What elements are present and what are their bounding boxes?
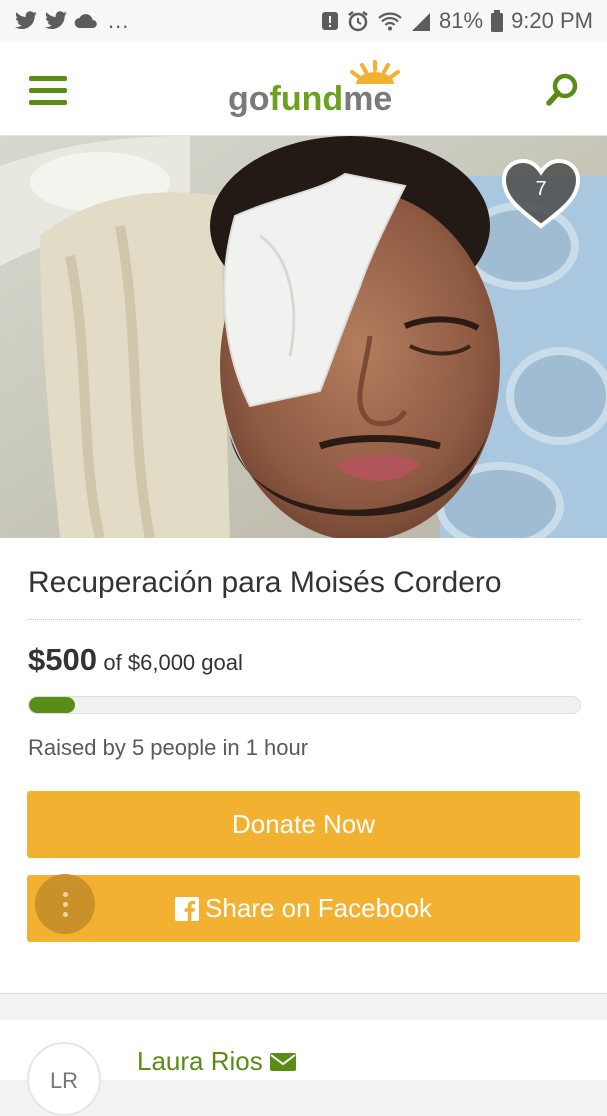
amount-summary: $500 of $6,000 goal	[28, 642, 243, 678]
battery-percent: 81%	[439, 8, 484, 33]
donate-now-button[interactable]: Donate Now	[27, 791, 580, 858]
more-vertical-icon	[62, 891, 68, 917]
progress-fill	[29, 697, 75, 713]
organizer-name: Laura Rios	[137, 1046, 263, 1076]
raised-by-text: Raised by 5 people in 1 hour	[28, 735, 309, 760]
organizer-avatar: LR	[27, 1042, 101, 1116]
search-icon[interactable]	[544, 72, 580, 108]
favorite-count: 7	[535, 178, 547, 200]
cloud-icon	[74, 14, 97, 29]
alarm-icon	[348, 11, 368, 32]
donate-now-label: Donate Now	[231, 809, 376, 839]
goal-text: of $6,000 goal	[103, 650, 243, 675]
share-facebook-label: Share on Facebook	[205, 893, 432, 923]
more-options-button[interactable]	[35, 874, 95, 934]
logo-wordmark: gofundme	[228, 80, 393, 118]
notification-icons: ...	[14, 8, 129, 34]
progress-bar	[28, 696, 581, 714]
menu-icon[interactable]	[29, 76, 67, 106]
gofundme-logo[interactable]: gofundme	[226, 58, 416, 120]
wifi-icon	[378, 12, 402, 31]
system-icons: 81% 9:20 PM	[321, 8, 593, 34]
share-facebook-button[interactable]: Share on Facebook	[27, 875, 580, 942]
top-nav: gofundme	[0, 42, 607, 136]
signal-icon	[412, 13, 431, 31]
more-notifications: ...	[108, 8, 130, 33]
title-divider	[28, 619, 580, 620]
battery-icon	[491, 10, 504, 32]
organizer-link[interactable]: Laura Rios	[137, 1046, 297, 1077]
twitter-icon	[45, 11, 67, 30]
amount-raised: $500	[28, 642, 97, 677]
facebook-icon	[175, 896, 200, 921]
status-bar: ... 81% 9:20 PM	[0, 0, 607, 42]
envelope-icon[interactable]	[269, 1051, 297, 1073]
alert-icon	[322, 12, 339, 30]
campaign-title: Recuperación para Moisés Cordero	[28, 566, 502, 599]
clock: 9:20 PM	[511, 8, 593, 33]
twitter-icon	[15, 11, 37, 30]
